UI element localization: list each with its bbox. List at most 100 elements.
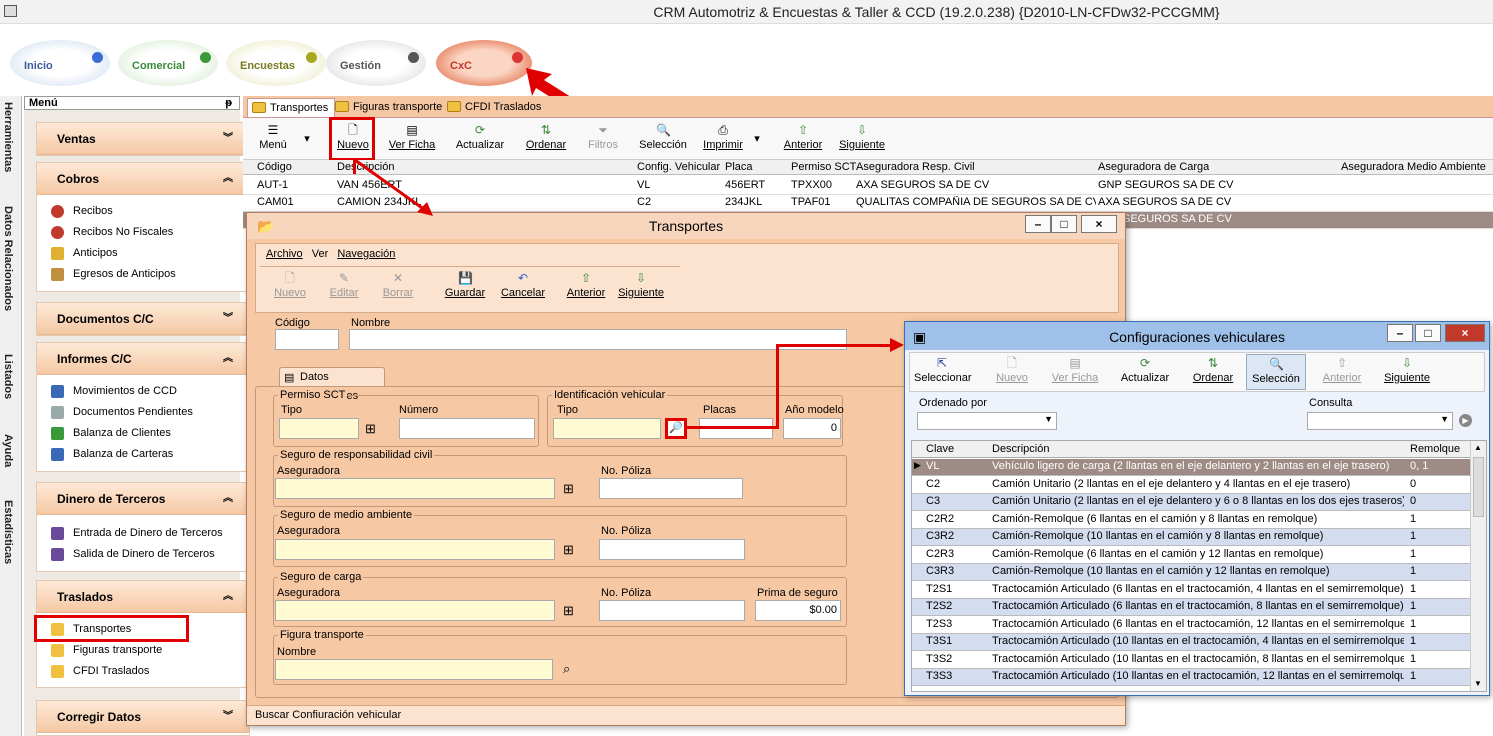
menu-navegacion[interactable]: Navegación — [337, 248, 395, 260]
chevron-up-icon[interactable]: ︽ — [223, 163, 233, 195]
editar-button[interactable]: ✎ Editar — [326, 272, 362, 300]
minimize-button[interactable]: – — [1025, 215, 1051, 233]
menu-button[interactable]: ☰ Menú — [253, 124, 293, 152]
chevron-down-icon[interactable]: ︾ — [223, 303, 233, 335]
lookup-icon[interactable]: ⊞ — [563, 481, 574, 497]
chevron-up-icon[interactable]: ︽ — [223, 343, 233, 375]
tab-cfdi-traslados[interactable]: CFDI Traslados — [443, 98, 547, 117]
config-row[interactable]: C2R2 Camión-Remolque (6 llantas en el cam… — [912, 511, 1470, 529]
seleccionar-button[interactable]: ⇱ Seleccionar — [914, 357, 971, 385]
chevron-up-icon[interactable]: ︽ — [223, 581, 233, 613]
menu-archivo[interactable]: Archivo — [266, 248, 303, 260]
module-tab-inicio[interactable]: Inicio — [10, 40, 110, 86]
siguiente-button[interactable]: ⇩ Siguiente — [616, 272, 666, 300]
tab-transportes[interactable]: Transportes — [247, 98, 336, 117]
ordenar-button[interactable]: ⇅ Ordenar — [523, 124, 569, 152]
group-header[interactable]: Informes C/C ︽ — [37, 343, 249, 375]
module-tab-comercial[interactable]: Comercial — [118, 40, 218, 86]
actualizar-button[interactable]: ⟳ Actualizar — [1118, 357, 1172, 385]
ordenado-por-select[interactable]: ▼ — [917, 412, 1057, 430]
config-row[interactable]: T3S3 Tractocamión Articulado (10 llantas … — [912, 669, 1470, 686]
menu-item-recibos[interactable]: Recibos — [37, 201, 249, 222]
lookup-icon[interactable]: ⊞ — [365, 421, 376, 437]
menu-item-anticipos[interactable]: Anticipos — [37, 243, 249, 264]
group-header[interactable]: Ventas ︾ — [37, 123, 249, 155]
imprimir-button[interactable]: ⎙ Imprimir — [701, 124, 745, 152]
group-header[interactable]: Dinero de Terceros ︽ — [37, 483, 249, 515]
permiso-numero-field[interactable] — [399, 418, 535, 439]
cancelar-button[interactable]: ↶ Cancelar — [498, 272, 548, 300]
search-icon[interactable]: ⌕ — [563, 661, 570, 677]
side-tab-datos-relacionados[interactable]: Datos Relacionados — [2, 206, 14, 311]
column-header[interactable]: Permiso SCT — [791, 161, 856, 173]
column-header[interactable]: Descripción — [992, 443, 1049, 455]
poliza-ma-field[interactable] — [599, 539, 745, 560]
pin-icon[interactable]: ᵽ — [225, 97, 232, 109]
column-header[interactable]: Remolque — [1410, 443, 1460, 455]
side-tab-estadisticas[interactable]: Estadísticas — [2, 500, 14, 564]
menu-item-salida-dinero[interactable]: Salida de Dinero de Terceros — [37, 544, 249, 565]
ordenar-button[interactable]: ⇅ Ordenar — [1190, 357, 1236, 385]
scroll-up-icon[interactable]: ▲ — [1474, 443, 1482, 452]
config-row[interactable]: C3R2 Camión-Remolque (10 llantas en el ca… — [912, 529, 1470, 546]
menu-item-movimientos[interactable]: Movimientos de CCD — [37, 381, 249, 402]
search-config-icon[interactable]: 🔎 — [665, 418, 687, 439]
filtros-button[interactable]: ⏷ Filtros — [583, 124, 623, 152]
column-header[interactable]: Clave — [926, 443, 954, 455]
siguiente-button[interactable]: ⇩ Siguiente — [1382, 357, 1432, 385]
guardar-button[interactable]: 💾 Guardar — [442, 272, 488, 300]
imprimir-dropdown-icon[interactable]: ▾ — [751, 132, 763, 145]
menu-item-entrada-dinero[interactable]: Entrada de Dinero de Terceros — [37, 523, 249, 544]
borrar-button[interactable]: ✕ Borrar — [380, 272, 416, 300]
nuevo-button[interactable]: 🗋 Nuevo — [992, 357, 1032, 385]
side-tab-listados[interactable]: Listados — [2, 354, 14, 399]
siguiente-button[interactable]: ⇩ Siguiente — [837, 124, 887, 152]
config-row[interactable]: T3S2 Tractocamión Articulado (10 llantas … — [912, 651, 1470, 669]
ver-ficha-button[interactable]: ▤ Ver Ficha — [387, 124, 437, 152]
group-header[interactable]: Traslados ︽ — [37, 581, 249, 613]
chevron-down-icon[interactable]: ︾ — [223, 701, 233, 733]
menu-item-balanza-clientes[interactable]: Balanza de Clientes — [37, 423, 249, 444]
menu-item-pendientes[interactable]: Documentos Pendientes — [37, 402, 249, 423]
prima-field[interactable]: $0.00 — [755, 600, 841, 621]
scrollbar[interactable]: ▲ ▼ — [1470, 441, 1486, 691]
config-row[interactable]: T2S2 Tractocamión Articulado (6 llantas e… — [912, 599, 1470, 616]
ver-ficha-button[interactable]: ▤ Ver Ficha — [1050, 357, 1100, 385]
config-row[interactable]: T2S3 Tractocamión Articulado (6 llantas e… — [912, 616, 1470, 634]
tab-datos-particulares[interactable]: ▤Datos Particulares — [279, 367, 385, 402]
config-row[interactable]: C3 Camión Unitario (2 llantas en el eje d… — [912, 494, 1470, 511]
column-header[interactable]: Placa — [725, 161, 753, 173]
scroll-thumb[interactable] — [1473, 457, 1484, 517]
aseguradora-rc-field[interactable] — [275, 478, 555, 499]
codigo-field[interactable] — [275, 329, 339, 350]
anterior-button[interactable]: ⇧ Anterior — [1320, 357, 1364, 385]
menu-item-cfdi-traslados[interactable]: CFDI Traslados — [37, 661, 249, 682]
column-header[interactable]: Aseguradora Medio Ambiente — [1341, 161, 1486, 173]
seleccion-button[interactable]: 🔍 Selección — [1246, 354, 1306, 390]
menu-item-recibos-no-fiscales[interactable]: Recibos No Fiscales — [37, 222, 249, 243]
anterior-button[interactable]: ⇧ Anterior — [564, 272, 608, 300]
config-row[interactable]: T2S1 Tractocamión Articulado (6 llantas e… — [912, 581, 1470, 599]
module-tab-encuestas[interactable]: Encuestas — [226, 40, 326, 86]
chevron-up-icon[interactable]: ︽ — [223, 483, 233, 515]
column-header[interactable]: Código — [257, 161, 292, 173]
config-row[interactable]: C2R3 Camión-Remolque (6 llantas en el cam… — [912, 546, 1470, 564]
aseguradora-carga-field[interactable] — [275, 600, 555, 621]
poliza-carga-field[interactable] — [599, 600, 745, 621]
column-header[interactable]: Aseguradora Resp. Civil — [856, 161, 975, 173]
module-tab-cxc[interactable]: CxC — [436, 40, 532, 86]
column-header[interactable]: Config. Vehicular — [637, 161, 720, 173]
anterior-button[interactable]: ⇧ Anterior — [781, 124, 825, 152]
config-row[interactable]: T3S1 Tractocamión Articulado (10 llantas … — [912, 634, 1470, 651]
lookup-icon[interactable]: ⊞ — [563, 603, 574, 619]
aseguradora-ma-field[interactable] — [275, 539, 555, 560]
module-tab-gestion[interactable]: Gestión — [326, 40, 426, 86]
anio-modelo-field[interactable]: 0 — [783, 418, 841, 439]
nombre-field[interactable] — [349, 329, 847, 350]
menu-item-figuras-transporte[interactable]: Figuras transporte — [37, 640, 249, 661]
actualizar-button[interactable]: ⟳ Actualizar — [453, 124, 507, 152]
lookup-icon[interactable]: ⊞ — [563, 542, 574, 558]
close-button[interactable]: × — [1081, 215, 1117, 233]
side-tab-ayuda[interactable]: Ayuda — [2, 434, 14, 467]
poliza-rc-field[interactable] — [599, 478, 743, 499]
